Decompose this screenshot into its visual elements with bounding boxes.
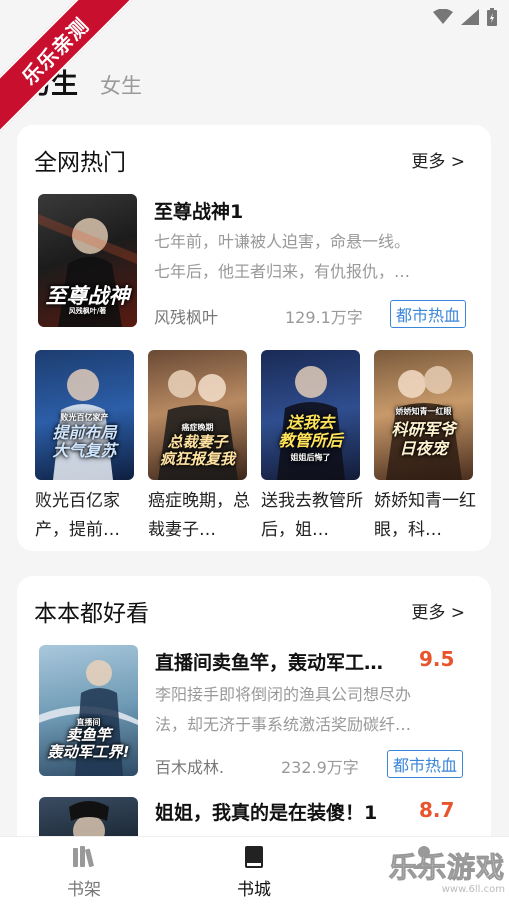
book-author: 风残枫叶 bbox=[154, 308, 219, 327]
site-watermark: 乐乐游戏 www.6ll.com bbox=[385, 846, 505, 900]
nav-bookshelf[interactable]: 书架 bbox=[44, 845, 124, 900]
watermark-title: 乐乐游戏 bbox=[388, 851, 505, 885]
book-cover[interactable]: 直播间 卖鱼竿 轰动军工界! bbox=[39, 645, 138, 776]
cover-subtitle: 姐姐后悔了 bbox=[290, 453, 331, 462]
cover-title: 送我去 教管所后 bbox=[278, 413, 343, 450]
genre-tag[interactable]: 都市热血 bbox=[390, 300, 467, 328]
book-cover[interactable]: 至尊战神 风残枫叶/著 bbox=[38, 194, 137, 327]
cover-subtitle: 癌症晚期 bbox=[181, 423, 214, 432]
cover-title: 卖鱼竿 轰动军工界! bbox=[47, 726, 130, 761]
book-cover[interactable]: 败光百亿家产 提前布局 大气复苏 bbox=[35, 350, 134, 480]
signal-icon bbox=[461, 9, 479, 25]
book-cover[interactable]: 娇娇知青一红眼 科研军爷 日夜宠 bbox=[374, 350, 473, 480]
book-icon bbox=[245, 846, 263, 868]
grid-book-title: 癌症晚期，总裁妻子… bbox=[148, 491, 250, 540]
book-description: 李阳接手即将倒闭的渔具公司想尽办 法，却无济于事系统激活奖励碳纤… bbox=[155, 680, 411, 740]
word-count: 129.1万字 bbox=[285, 308, 363, 327]
genre-tag[interactable]: 都市热血 bbox=[387, 750, 464, 778]
book-title: 姐姐，我真的是在装傻！1 bbox=[155, 802, 378, 824]
recommend-section-card: 本本都好看 更多 > 直播间 卖鱼竿 轰动军工界! 直播间卖鱼竿，轰动军工… 9… bbox=[17, 576, 491, 876]
cover-subtitle: 败光百亿家产 bbox=[60, 413, 109, 422]
battery-icon bbox=[487, 8, 497, 26]
nav-label: 书城 bbox=[237, 880, 271, 900]
grid-book-title: 败光百亿家产，提前… bbox=[35, 491, 120, 540]
cover-title: 提前布局 大气复苏 bbox=[52, 423, 117, 460]
book-cover[interactable]: 癌症晚期 总裁妻子 疯狂报复我 bbox=[148, 350, 247, 480]
grid-book-title: 娇娇知青一红眼，科… bbox=[374, 491, 476, 540]
desc-line: 李阳接手即将倒闭的渔具公司想尽办 bbox=[155, 685, 412, 704]
bookshelf-icon bbox=[73, 846, 94, 868]
wifi-icon bbox=[433, 9, 453, 24]
book-title: 直播间卖鱼竿，轰动军工… bbox=[155, 652, 384, 674]
word-count: 232.9万字 bbox=[281, 758, 359, 777]
hot-section-card: 全网热门 更多 > 至尊战神 风残枫叶/著 至尊战神1 七年前，叶谦被人迫害，命… bbox=[17, 125, 491, 551]
book-description: 七年前，叶谦被人迫害，命悬一线。 七年后，他王者归来，有仇报仇，… bbox=[154, 227, 410, 287]
book-title: 至尊战神1 bbox=[154, 201, 244, 223]
tab-female[interactable]: 女生 bbox=[100, 70, 142, 100]
section-title: 本本都好看 bbox=[34, 601, 149, 627]
desc-line: 七年前，叶谦被人迫害，命悬一线。 bbox=[154, 232, 411, 251]
nav-label: 书架 bbox=[67, 880, 101, 900]
cover-title: 总裁妻子 疯狂报复我 bbox=[159, 433, 235, 468]
book-author: 百木成林. bbox=[155, 758, 225, 777]
cover-subtitle: 娇娇知青一红眼 bbox=[395, 407, 452, 416]
book-score: 9.5 bbox=[419, 647, 455, 671]
book-score: 8.7 bbox=[419, 798, 455, 822]
grid-book-title: 送我去教管所后，姐… bbox=[261, 491, 363, 540]
more-link[interactable]: 更多 > bbox=[411, 147, 465, 172]
book-cover[interactable]: 送我去 教管所后 姐姐后悔了 bbox=[261, 350, 360, 480]
nav-bookstore[interactable]: 书城 bbox=[214, 845, 294, 900]
desc-line: 法，却无济于事系统激活奖励碳纤… bbox=[155, 715, 412, 734]
section-title: 全网热门 bbox=[34, 150, 126, 176]
more-link[interactable]: 更多 > bbox=[411, 598, 465, 623]
desc-line: 七年后，他王者归来，有仇报仇，… bbox=[154, 262, 411, 281]
cover-title: 科研军爷 日夜宠 bbox=[391, 420, 456, 458]
cover-author: 风残枫叶/著 bbox=[68, 307, 107, 315]
